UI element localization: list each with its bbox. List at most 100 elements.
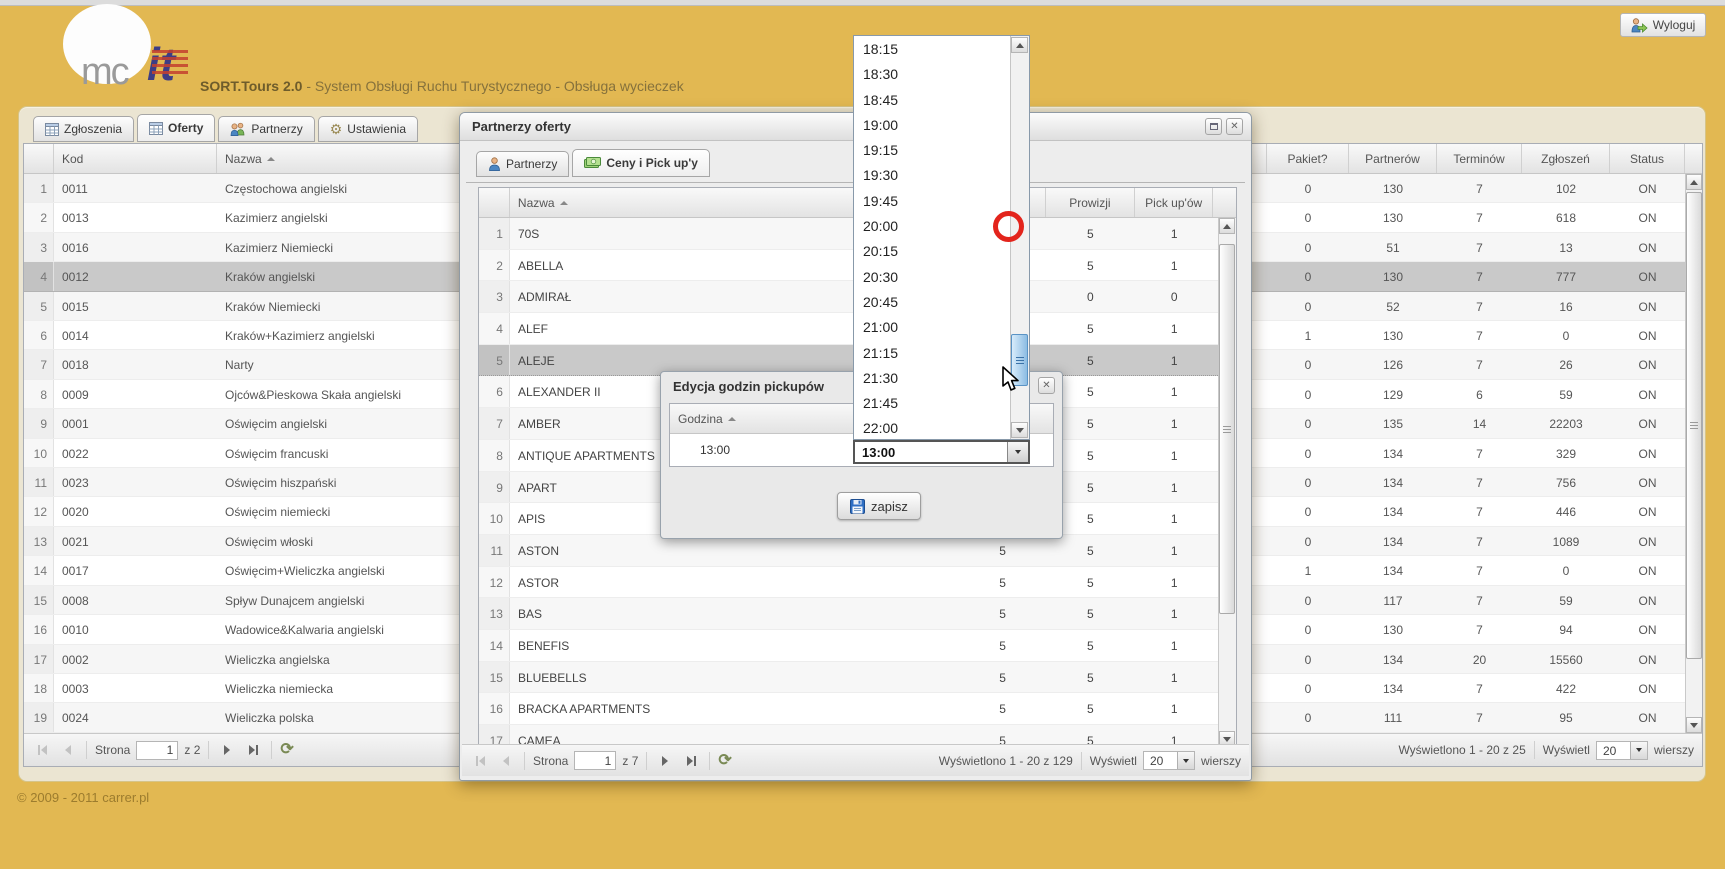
time-option[interactable]: 22:00 bbox=[854, 415, 1029, 440]
page-input[interactable] bbox=[136, 741, 178, 760]
cell-kod: 0020 bbox=[54, 497, 217, 525]
row-number: 6 bbox=[24, 321, 54, 349]
header-rownum bbox=[24, 144, 54, 173]
header-kod[interactable]: Kod bbox=[54, 144, 217, 173]
cell-zgloszen: 446 bbox=[1522, 497, 1610, 525]
cell-prowizji: 5 bbox=[1046, 567, 1136, 598]
first-page-button[interactable] bbox=[32, 740, 52, 760]
cell-partnerow: 130 bbox=[1349, 174, 1437, 202]
scrollbar-thumb[interactable] bbox=[1686, 192, 1702, 659]
row-number: 11 bbox=[479, 535, 510, 566]
partner-row[interactable]: 15 BLUEBELLS 5 5 1 bbox=[479, 662, 1236, 694]
close-icon[interactable]: ✕ bbox=[1038, 377, 1055, 394]
cell-extra: 5 bbox=[960, 630, 1046, 661]
tab-partnerzy[interactable]: Partnerzy bbox=[218, 116, 314, 142]
partners-grid-scrollbar[interactable] bbox=[1218, 218, 1236, 747]
header-scroll-spacer bbox=[1685, 144, 1702, 173]
next-page-button[interactable] bbox=[217, 740, 237, 760]
first-page-button[interactable] bbox=[470, 751, 490, 771]
scroll-down-icon[interactable] bbox=[1011, 422, 1028, 438]
header-zgloszen[interactable]: Zgłoszeń bbox=[1522, 144, 1610, 173]
cell-partnerow: 51 bbox=[1349, 233, 1437, 261]
header-pickupow[interactable]: Pick up'ów bbox=[1135, 188, 1213, 217]
row-number: 7 bbox=[479, 408, 510, 439]
partner-row[interactable]: 16 BRACKA APARTMENTS 5 5 1 bbox=[479, 693, 1236, 725]
person-icon bbox=[488, 157, 501, 171]
cell-kod: 0014 bbox=[54, 321, 217, 349]
cell-pickups: 1 bbox=[1135, 313, 1213, 344]
prev-page-button[interactable] bbox=[496, 751, 516, 771]
modal-tab-partnerzy[interactable]: Partnerzy bbox=[476, 151, 569, 177]
row-number: 9 bbox=[24, 409, 54, 437]
time-option[interactable]: 21:15 bbox=[854, 340, 1029, 365]
row-number: 1 bbox=[479, 218, 510, 249]
time-option[interactable]: 19:45 bbox=[854, 188, 1029, 213]
page-of-label: z 7 bbox=[622, 754, 638, 768]
tab-label: Zgłoszenia bbox=[64, 122, 122, 136]
cell-pickups: 1 bbox=[1135, 630, 1213, 661]
row-number: 17 bbox=[24, 645, 54, 673]
header-godzina[interactable]: Godzina bbox=[670, 404, 855, 433]
page-size-select[interactable]: 20 bbox=[1143, 751, 1195, 770]
last-page-button[interactable] bbox=[243, 740, 263, 760]
tab-zgloszenia[interactable]: Zgłoszenia bbox=[33, 116, 134, 142]
partner-row[interactable]: 13 BAS 5 5 1 bbox=[479, 598, 1236, 630]
refresh-icon[interactable]: ⟳ bbox=[718, 753, 731, 769]
next-page-button[interactable] bbox=[655, 751, 675, 771]
time-option[interactable]: 20:15 bbox=[854, 238, 1029, 263]
time-option[interactable]: 18:30 bbox=[854, 61, 1029, 86]
cell-terminow: 7 bbox=[1437, 556, 1522, 584]
cell-terminow: 7 bbox=[1437, 233, 1522, 261]
maximize-icon[interactable] bbox=[1205, 118, 1222, 135]
scroll-down-icon[interactable] bbox=[1686, 717, 1702, 733]
cell-partnerow: 134 bbox=[1349, 527, 1437, 555]
cell-terminow: 7 bbox=[1437, 292, 1522, 320]
time-option[interactable]: 20:45 bbox=[854, 289, 1029, 314]
cell-zgloszen: 777 bbox=[1522, 262, 1610, 290]
scroll-up-icon[interactable] bbox=[1011, 37, 1028, 53]
time-combo-field[interactable]: 13:00 bbox=[853, 440, 1030, 464]
cell-terminow: 7 bbox=[1437, 497, 1522, 525]
combo-value: 13:00 bbox=[862, 445, 895, 460]
time-option[interactable]: 21:00 bbox=[854, 314, 1029, 339]
last-page-button[interactable] bbox=[681, 751, 701, 771]
prev-page-button[interactable] bbox=[58, 740, 78, 760]
close-icon[interactable]: ✕ bbox=[1226, 118, 1243, 135]
cell-zgloszen: 756 bbox=[1522, 468, 1610, 496]
header-prowizji[interactable]: Prowizji bbox=[1046, 188, 1136, 217]
time-option[interactable]: 18:15 bbox=[854, 36, 1029, 61]
scroll-up-icon[interactable] bbox=[1219, 218, 1235, 234]
partner-row[interactable]: 12 ASTOR 5 5 1 bbox=[479, 567, 1236, 599]
scroll-up-icon[interactable] bbox=[1686, 174, 1702, 190]
cell-kod: 0017 bbox=[54, 556, 217, 584]
people-icon bbox=[230, 122, 246, 136]
header-status[interactable]: Status bbox=[1610, 144, 1685, 173]
cell-pakiet: 0 bbox=[1267, 203, 1349, 231]
partner-row[interactable]: 14 BENEFIS 5 5 1 bbox=[479, 630, 1236, 662]
tab-ustawienia[interactable]: ⚙ Ustawienia bbox=[318, 116, 418, 142]
page-size-select[interactable]: 20 bbox=[1596, 741, 1648, 760]
refresh-icon[interactable]: ⟳ bbox=[280, 742, 293, 758]
tab-oferty[interactable]: Oferty bbox=[137, 114, 215, 142]
time-option[interactable]: 19:00 bbox=[854, 112, 1029, 137]
combo-trigger-icon[interactable] bbox=[1007, 442, 1028, 462]
time-option[interactable]: 19:30 bbox=[854, 162, 1029, 187]
modal-tab-ceny-pickupy[interactable]: Ceny i Pick up'y bbox=[572, 149, 710, 177]
time-option[interactable]: 19:15 bbox=[854, 137, 1029, 162]
cell-extra: 5 bbox=[960, 662, 1046, 693]
header-terminow[interactable]: Terminów bbox=[1437, 144, 1522, 173]
time-option[interactable]: 20:30 bbox=[854, 264, 1029, 289]
cell-pakiet: 0 bbox=[1267, 703, 1349, 731]
time-option[interactable]: 18:45 bbox=[854, 87, 1029, 112]
logout-person-icon bbox=[1631, 18, 1648, 33]
offers-grid-scrollbar[interactable] bbox=[1685, 174, 1702, 733]
logout-button[interactable]: Wyloguj bbox=[1620, 13, 1706, 37]
cell-nazwa: ASTOR bbox=[510, 567, 960, 598]
header-pakiet[interactable]: Pakiet? bbox=[1267, 144, 1349, 173]
partner-row[interactable]: 11 ASTON 5 5 1 bbox=[479, 535, 1236, 567]
save-button[interactable]: zapisz bbox=[837, 492, 921, 520]
page-input[interactable] bbox=[574, 751, 616, 770]
scrollbar-thumb[interactable] bbox=[1219, 244, 1235, 614]
time-option[interactable]: 21:45 bbox=[854, 390, 1029, 415]
header-partnerow[interactable]: Partnerów bbox=[1349, 144, 1437, 173]
